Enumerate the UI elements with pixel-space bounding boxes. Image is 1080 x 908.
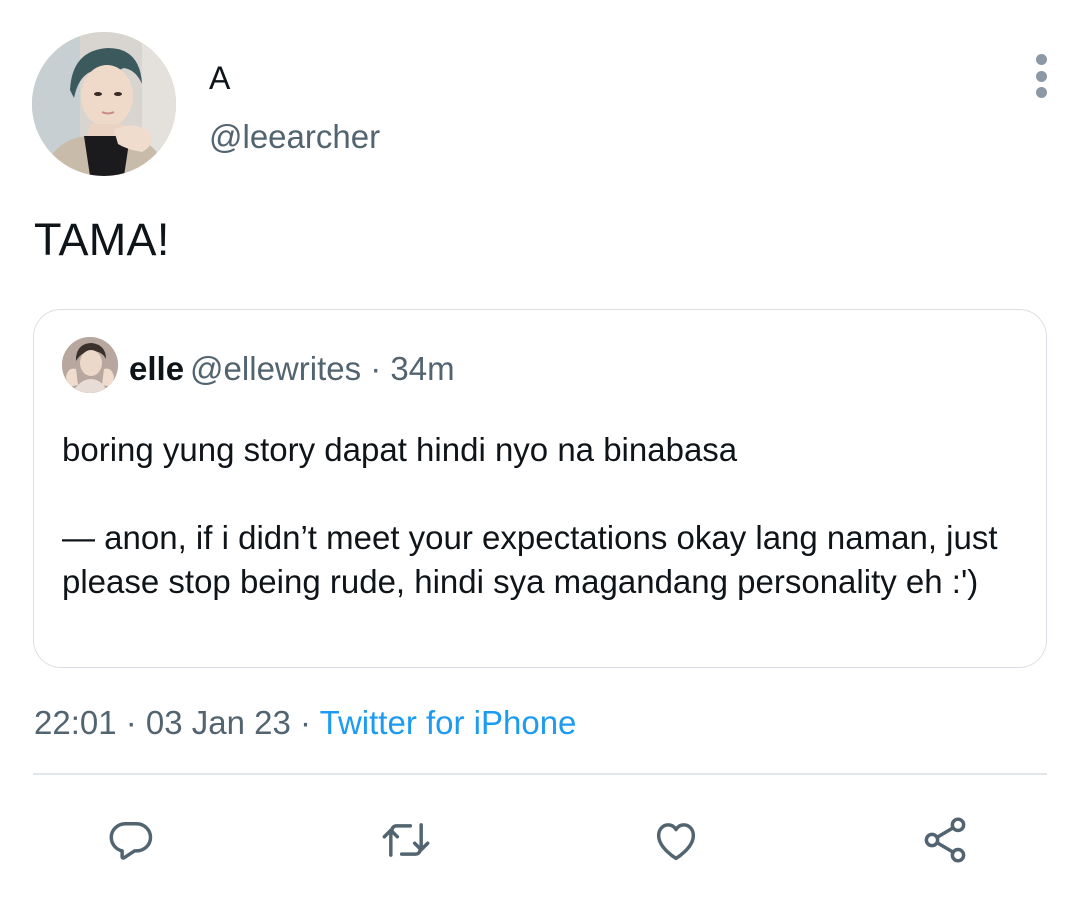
more-dot bbox=[1035, 54, 1047, 65]
quoted-avatar[interactable] bbox=[62, 337, 118, 393]
like-icon bbox=[656, 823, 696, 861]
action-bar bbox=[0, 810, 1080, 870]
tweet-text: TAMA! bbox=[34, 214, 170, 265]
tweet-time[interactable]: 22:01 bbox=[34, 704, 117, 741]
tweet-meta: 22:01 · 03 Jan 23 · Twitter for iPhone bbox=[34, 704, 576, 742]
quoted-handle-time: @ellewrites · 34m bbox=[190, 350, 455, 387]
quoted-paragraph: — anon, if i didn’t meet your expectatio… bbox=[62, 519, 998, 600]
quoted-paragraph: boring yung story dapat hindi nyo na bin… bbox=[62, 431, 738, 468]
more-dot bbox=[1035, 87, 1047, 98]
meta-separator: · bbox=[290, 704, 320, 741]
retweet-button[interactable] bbox=[376, 810, 436, 870]
quoted-display-name[interactable]: elle bbox=[129, 350, 184, 387]
retweet-icon bbox=[382, 823, 430, 857]
more-vertical-icon[interactable] bbox=[1030, 54, 1052, 98]
tweet-date[interactable]: 03 Jan 23 bbox=[146, 704, 291, 741]
reply-icon bbox=[109, 822, 153, 860]
share-button[interactable] bbox=[915, 810, 975, 870]
tweet-source-link[interactable]: Twitter for iPhone bbox=[320, 704, 577, 741]
meta-separator: · bbox=[116, 704, 146, 741]
quoted-header: elle @ellewrites · 34m bbox=[129, 350, 455, 388]
reply-button[interactable] bbox=[101, 810, 161, 870]
quoted-text: boring yung story dapat hindi nyo na bin… bbox=[62, 428, 1042, 604]
quoted-tweet[interactable]: elle @ellewrites · 34m boring yung story … bbox=[33, 309, 1047, 668]
more-dot bbox=[1035, 70, 1047, 82]
author-avatar-image bbox=[32, 32, 176, 176]
author-display-name[interactable]: A bbox=[209, 60, 230, 97]
share-icon bbox=[924, 817, 966, 863]
divider bbox=[33, 773, 1047, 775]
author-handle[interactable]: @leearcher bbox=[209, 118, 380, 156]
author-avatar[interactable] bbox=[32, 32, 176, 176]
tweet-detail: A @leearcher TAMA! elle @ellewrites · 34m… bbox=[0, 0, 1080, 908]
quoted-avatar-image bbox=[62, 337, 118, 393]
like-button[interactable] bbox=[646, 810, 706, 870]
